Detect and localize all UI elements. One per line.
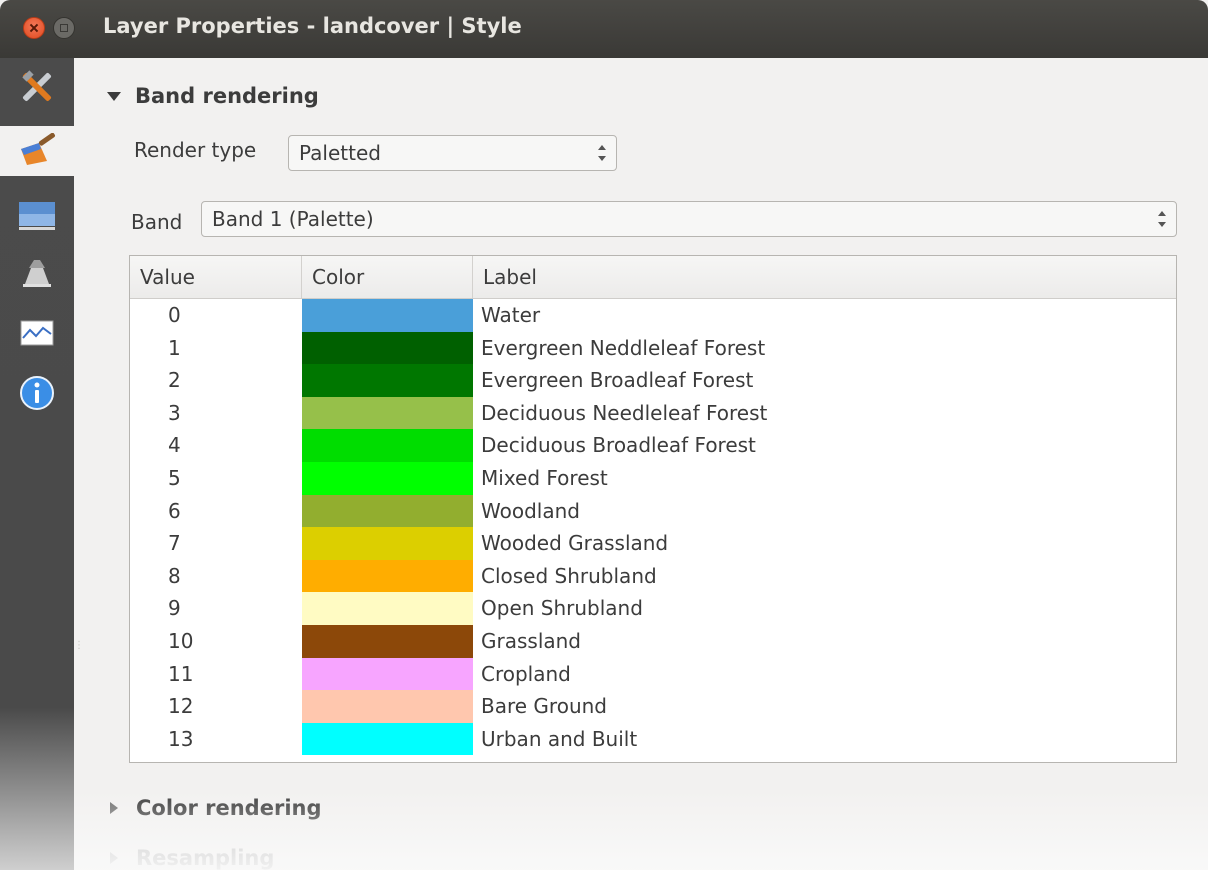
cell-label[interactable]: Deciduous Broadleaf Forest (481, 429, 756, 461)
table-row[interactable]: 6 Woodland (130, 494, 1176, 528)
cell-color-swatch[interactable] (302, 722, 473, 756)
table-row[interactable]: 3 Deciduous Needleleaf Forest (130, 396, 1176, 430)
maximize-window-button[interactable] (53, 17, 75, 39)
cell-label[interactable]: Urban and Built (481, 723, 637, 755)
pyramids-icon (23, 260, 51, 287)
band-rendering-header[interactable]: Band rendering (107, 84, 319, 108)
table-row[interactable]: 8 Closed Shrubland (130, 559, 1176, 593)
cell-value[interactable]: 2 (168, 364, 181, 396)
sidebar (0, 58, 74, 870)
cell-value[interactable]: 11 (168, 658, 193, 690)
cell-label[interactable]: Cropland (481, 658, 571, 690)
collapse-triangle-icon (107, 91, 121, 101)
close-window-button[interactable] (23, 17, 45, 39)
cell-color-swatch[interactable] (302, 462, 473, 495)
cell-value[interactable]: 3 (168, 397, 181, 429)
column-header-color[interactable]: Color (302, 256, 473, 298)
splitter-handle[interactable]: ⋮ (74, 640, 84, 654)
cell-label[interactable]: Evergreen Neddleleaf Forest (481, 332, 765, 364)
cell-color-swatch[interactable] (302, 396, 473, 430)
table-row[interactable]: 9 Open Shrubland (130, 592, 1176, 625)
cell-label[interactable]: Grassland (481, 625, 581, 657)
cell-color-swatch[interactable] (302, 299, 473, 332)
color-rendering-title: Color rendering (136, 796, 322, 820)
window-title: Layer Properties - landcover | Style (103, 14, 522, 38)
render-type-label: Render type (134, 138, 257, 162)
cell-value[interactable]: 12 (168, 690, 193, 722)
cell-color-swatch[interactable] (302, 657, 473, 691)
table-row[interactable]: 13 Urban and Built (130, 722, 1176, 756)
table-header: Value Color Label (130, 256, 1176, 299)
cell-value[interactable]: 6 (168, 495, 181, 527)
cell-value[interactable]: 4 (168, 429, 181, 461)
sidebar-item-general[interactable] (10, 62, 64, 112)
cell-color-swatch[interactable] (302, 625, 473, 658)
cell-label[interactable]: Bare Ground (481, 690, 607, 722)
cell-value[interactable]: 8 (168, 560, 181, 592)
table-row[interactable]: 7 Wooded Grassland (130, 527, 1176, 560)
render-type-value: Paletted (299, 141, 381, 165)
render-type-select[interactable]: Paletted (288, 135, 617, 171)
table-row[interactable]: 11 Cropland (130, 657, 1176, 691)
cell-value[interactable]: 13 (168, 723, 193, 755)
cell-value[interactable]: 7 (168, 527, 181, 559)
sidebar-item-transparency[interactable] (10, 190, 64, 240)
cell-color-swatch[interactable] (302, 690, 473, 723)
sidebar-item-style[interactable] (0, 126, 74, 176)
cell-value[interactable]: 10 (168, 625, 193, 657)
updown-arrows-icon (598, 144, 606, 162)
table-row[interactable]: 4 Deciduous Broadleaf Forest (130, 429, 1176, 462)
band-label: Band (131, 210, 183, 234)
cell-color-swatch[interactable] (302, 364, 473, 397)
table-row[interactable]: 2 Evergreen Broadleaf Forest (130, 364, 1176, 397)
cell-color-swatch[interactable] (302, 592, 473, 625)
resampling-header[interactable]: Resampling (110, 846, 274, 870)
cell-label[interactable]: Wooded Grassland (481, 527, 668, 559)
table-row[interactable]: 0 Water (130, 299, 1176, 332)
sidebar-item-pyramids[interactable] (10, 248, 64, 298)
table-row[interactable]: 1 Evergreen Neddleleaf Forest (130, 331, 1176, 365)
cell-label[interactable]: Woodland (481, 495, 580, 527)
expand-triangle-icon (110, 802, 118, 814)
style-brush-icon (21, 133, 55, 165)
cell-label[interactable]: Evergreen Broadleaf Forest (481, 364, 753, 396)
table-row[interactable]: 5 Mixed Forest (130, 462, 1176, 495)
cell-label[interactable]: Open Shrubland (481, 592, 643, 624)
cell-value[interactable]: 9 (168, 592, 181, 624)
band-rendering-title: Band rendering (135, 84, 319, 108)
cell-color-swatch[interactable] (302, 429, 473, 462)
color-rendering-header[interactable]: Color rendering (110, 796, 322, 820)
cell-color-swatch[interactable] (302, 494, 473, 528)
cell-value[interactable]: 1 (168, 332, 181, 364)
cell-label[interactable]: Water (481, 299, 540, 331)
title-bar: Layer Properties - landcover | Style (0, 0, 1208, 58)
table-row[interactable]: 12 Bare Ground (130, 690, 1176, 723)
cell-label[interactable]: Mixed Forest (481, 462, 608, 494)
expand-triangle-icon (110, 852, 118, 864)
cell-label[interactable]: Closed Shrubland (481, 560, 657, 592)
transparency-icon (19, 202, 55, 230)
cell-value[interactable]: 0 (168, 299, 181, 331)
updown-arrows-icon (1158, 210, 1166, 228)
histogram-icon (20, 320, 54, 346)
band-select[interactable]: Band 1 (Palette) (201, 201, 1177, 237)
table-row[interactable]: 10 Grassland (130, 625, 1176, 658)
cell-color-swatch[interactable] (302, 527, 473, 560)
info-icon (20, 376, 54, 410)
band-value: Band 1 (Palette) (212, 207, 374, 231)
cell-color-swatch[interactable] (302, 559, 473, 593)
general-tools-icon (22, 70, 52, 102)
column-header-label[interactable]: Label (473, 256, 1176, 298)
palette-table[interactable]: Value Color Label 0 Water 1 Evergreen Neddl… (129, 255, 1177, 763)
resampling-title: Resampling (136, 846, 275, 870)
cell-color-swatch[interactable] (302, 331, 473, 365)
column-header-value[interactable]: Value (130, 256, 302, 298)
cell-value[interactable]: 5 (168, 462, 181, 494)
cell-label[interactable]: Deciduous Needleleaf Forest (481, 397, 767, 429)
sidebar-item-histogram[interactable] (10, 308, 64, 358)
sidebar-item-metadata[interactable] (10, 368, 64, 418)
